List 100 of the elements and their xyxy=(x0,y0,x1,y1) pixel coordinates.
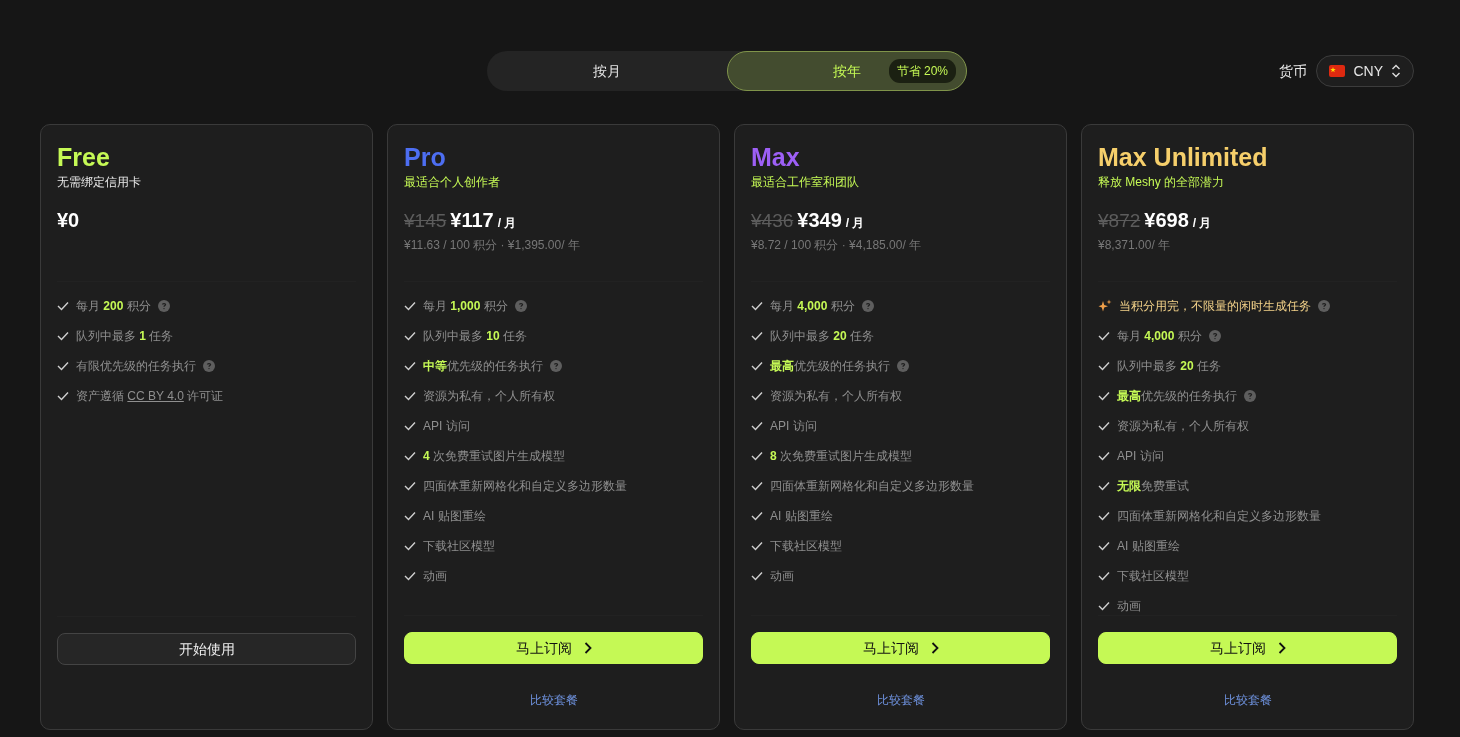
plan-name: Max xyxy=(751,142,800,173)
feature-text: 4 次免费重试图片生成模型 xyxy=(423,448,566,465)
check-icon xyxy=(404,541,416,551)
check-icon xyxy=(751,361,763,371)
check-icon xyxy=(1098,361,1110,371)
price-period: / 月 xyxy=(1192,215,1212,232)
start-button[interactable]: 开始使用 xyxy=(57,633,356,665)
feature-text: 下载社区模型 xyxy=(1117,568,1189,585)
feature-text: 队列中最多 10 任务 xyxy=(423,328,528,345)
help-icon[interactable] xyxy=(1318,300,1330,312)
check-icon xyxy=(404,571,416,581)
check-icon xyxy=(404,301,416,311)
plan-tagline: 无需绑定信用卡 xyxy=(57,174,142,191)
currency-select[interactable]: CNY xyxy=(1316,55,1414,87)
price-period: / 月 xyxy=(845,215,865,232)
chevron-right-icon xyxy=(1277,642,1286,654)
check-icon xyxy=(1098,421,1110,431)
price: ¥349 xyxy=(797,208,842,233)
help-icon[interactable] xyxy=(1244,390,1256,402)
feature-text: 资源为私有，个人所有权 xyxy=(1117,418,1249,435)
compare-plans-link[interactable]: 比较套餐 xyxy=(876,691,925,709)
feature-text: 8 次免费重试图片生成模型 xyxy=(770,448,913,465)
subscribe-button[interactable]: 马上订阅 xyxy=(1098,632,1397,664)
check-icon xyxy=(751,391,763,401)
price-detail: ¥8,371.00/ 年 xyxy=(1098,237,1172,254)
check-icon xyxy=(404,451,416,461)
help-icon[interactable] xyxy=(157,300,170,312)
compare-plans-link[interactable]: 比较套餐 xyxy=(1223,691,1272,709)
check-icon xyxy=(57,301,69,311)
feature-text: 四面体重新网格化和自定义多边形数量 xyxy=(423,478,627,495)
feature-text: 当积分用完，不限量的闲时生成任务 xyxy=(1119,298,1311,315)
feature-text: API 访问 xyxy=(423,418,470,435)
subscribe-button[interactable]: 马上订阅 xyxy=(404,632,703,664)
feature-text: 下载社区模型 xyxy=(770,538,842,555)
feature-text: 无限免费重试 xyxy=(1117,478,1189,495)
feature-text: 资源为私有，个人所有权 xyxy=(770,388,902,405)
check-icon xyxy=(1098,451,1110,461)
old-price: ¥145 xyxy=(404,209,447,233)
check-icon xyxy=(751,301,763,311)
feature-text: 资源为私有，个人所有权 xyxy=(423,388,555,405)
help-icon[interactable] xyxy=(897,360,909,372)
check-icon xyxy=(1098,601,1110,611)
check-icon xyxy=(57,391,69,401)
check-icon xyxy=(751,541,763,551)
feature-text: AI 贴图重绘 xyxy=(1117,538,1180,555)
check-icon xyxy=(404,361,416,371)
billing-tab[interactable]: 按月 xyxy=(487,51,727,91)
compare-plans-link[interactable]: 比较套餐 xyxy=(529,691,578,709)
help-icon[interactable] xyxy=(1208,330,1221,342)
chevron-right-icon xyxy=(930,642,939,654)
feature-text: 每月 1,000 积分 xyxy=(423,298,508,315)
subscribe-button[interactable]: 马上订阅 xyxy=(751,632,1050,664)
check-icon xyxy=(57,331,69,341)
help-icon[interactable] xyxy=(550,360,562,372)
check-icon xyxy=(751,481,763,491)
chevron-right-icon xyxy=(583,642,592,654)
feature-text: 每月 200 积分 xyxy=(76,298,151,315)
plan-name: Free xyxy=(57,142,110,173)
price: ¥698 xyxy=(1144,208,1189,233)
license-link[interactable]: CC BY 4.0 xyxy=(127,389,184,403)
price-detail: ¥11.63 / 100 积分 · ¥1,395.00/ 年 xyxy=(404,237,581,254)
sparkle-icon xyxy=(1098,299,1112,313)
feature-text: 下载社区模型 xyxy=(423,538,495,555)
feature-text: 队列中最多 1 任务 xyxy=(76,328,174,345)
feature-text: 动画 xyxy=(1117,598,1141,615)
price-period: / 月 xyxy=(497,215,517,232)
feature-text: 每月 4,000 积分 xyxy=(770,298,855,315)
check-icon xyxy=(404,511,416,521)
feature-text: 队列中最多 20 任务 xyxy=(770,328,875,345)
feature-text: 动画 xyxy=(423,568,447,585)
price-detail: ¥8.72 / 100 积分 · ¥4,185.00/ 年 xyxy=(751,237,923,254)
check-icon xyxy=(1098,511,1110,521)
check-icon xyxy=(404,331,416,341)
help-icon[interactable] xyxy=(514,300,527,312)
check-icon xyxy=(404,481,416,491)
help-icon[interactable] xyxy=(861,300,874,312)
check-icon xyxy=(1098,481,1110,491)
feature-text: 队列中最多 20 任务 xyxy=(1117,358,1222,375)
check-icon xyxy=(751,331,763,341)
check-icon xyxy=(751,571,763,581)
check-icon xyxy=(1098,571,1110,581)
feature-text: API 访问 xyxy=(770,418,817,435)
old-price: ¥872 xyxy=(1098,209,1141,233)
feature-text: AI 贴图重绘 xyxy=(770,508,833,525)
feature-text: 有限优先级的任务执行 xyxy=(76,358,196,375)
feature-text: 最高优先级的任务执行 xyxy=(1117,388,1237,405)
billing-tab[interactable]: 按年 节省 20% xyxy=(727,51,967,91)
check-icon xyxy=(57,361,69,371)
check-icon xyxy=(751,511,763,521)
check-icon xyxy=(751,421,763,431)
check-icon xyxy=(751,451,763,461)
feature-text: AI 贴图重绘 xyxy=(423,508,486,525)
help-icon[interactable] xyxy=(203,360,215,372)
feature-text: 动画 xyxy=(770,568,794,585)
feature-text: 中等优先级的任务执行 xyxy=(423,358,543,375)
plan-name: Pro xyxy=(404,142,446,173)
plan-tagline: 释放 Meshy 的全部潜力 xyxy=(1098,174,1225,191)
plan-name: Max Unlimited xyxy=(1098,142,1268,173)
flag-icon xyxy=(1329,65,1346,77)
feature-text: 最高优先级的任务执行 xyxy=(770,358,890,375)
